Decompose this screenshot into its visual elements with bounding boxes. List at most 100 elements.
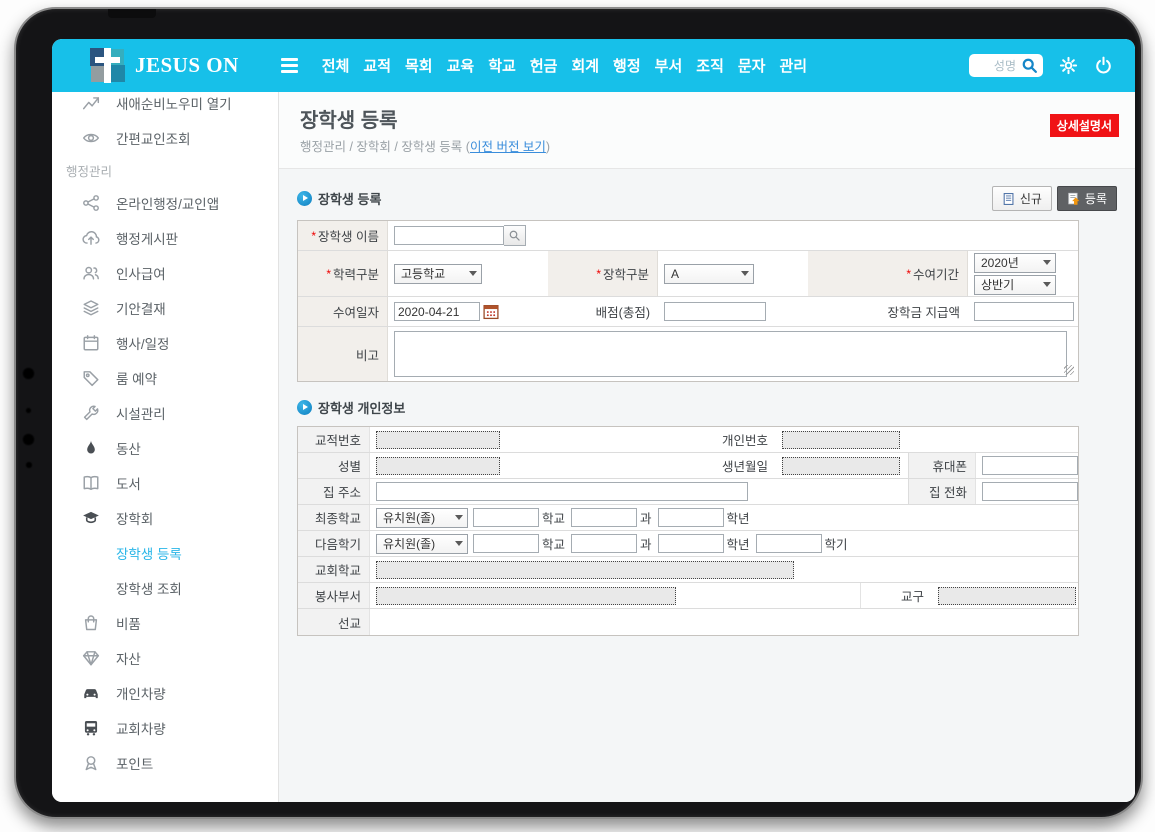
scholar-name-input[interactable]	[394, 226, 504, 245]
sidebar-item[interactable]: 룸 예약	[52, 360, 278, 395]
home-tel-input[interactable]	[982, 482, 1078, 501]
date-label: 수여일자	[333, 302, 379, 321]
nav-item[interactable]: 문자	[738, 55, 766, 76]
sidebar-item[interactable]: 동산	[52, 430, 278, 465]
gear-icon[interactable]	[1059, 56, 1078, 75]
new-button-label: 신규	[1020, 190, 1042, 207]
sidebar-item[interactable]: 온라인행정/교인앱	[52, 185, 278, 220]
last-dept-input[interactable]	[571, 508, 637, 527]
next-school-input[interactable]	[473, 534, 539, 553]
sidebar-item[interactable]: 새애순비노우미 열기	[52, 92, 278, 120]
regno-label: 교적번호	[315, 430, 361, 449]
score-input[interactable]	[664, 302, 766, 321]
nav-item[interactable]: 부서	[655, 55, 683, 76]
sidebar-item[interactable]: 포인트	[52, 745, 278, 780]
home-tel-label: 집 전화	[929, 482, 967, 501]
sidebar-item-scholar-search[interactable]: 장학생 조회	[52, 570, 278, 605]
period-year-select[interactable]: 2020년	[974, 253, 1056, 273]
nav-item[interactable]: 회계	[571, 55, 599, 76]
home-addr-input[interactable]	[376, 482, 748, 501]
sidebar-item[interactable]: 도서	[52, 465, 278, 500]
nav-item[interactable]: 교육	[447, 55, 475, 76]
name-search-button[interactable]	[504, 225, 526, 246]
sidebar-item[interactable]: 자산	[52, 640, 278, 675]
last-grade-input[interactable]	[658, 508, 724, 527]
nav-item[interactable]: 교적	[363, 55, 391, 76]
next-term-input[interactable]	[756, 534, 822, 553]
nav-item[interactable]: 헌금	[530, 55, 558, 76]
sidebar-item[interactable]: 교회차량	[52, 710, 278, 745]
church-school-label: 교회학교	[315, 560, 361, 579]
resize-grip[interactable]	[1064, 365, 1074, 375]
sidebar-item-label: 인사급여	[116, 263, 166, 283]
sidebar-item[interactable]: 기안결재	[52, 290, 278, 325]
sidebar-item-scholarship[interactable]: 장학회	[52, 500, 278, 535]
next-grade-input[interactable]	[658, 534, 724, 553]
award-date-input[interactable]	[394, 302, 480, 321]
last-school-type-select[interactable]: 유치원(졸)	[376, 508, 468, 528]
edu-select[interactable]: 고등학교	[394, 264, 482, 284]
search-icon[interactable]	[1021, 57, 1038, 74]
period-half-select[interactable]: 상반기	[974, 275, 1056, 295]
score-label: 배점(총점)	[596, 302, 650, 321]
amount-input[interactable]	[974, 302, 1074, 321]
form-row-note: 비고	[298, 327, 1078, 381]
nav-item[interactable]: 목회	[405, 55, 433, 76]
flame-icon	[82, 439, 100, 457]
period-label: 수여기간	[913, 264, 959, 283]
previous-version-link[interactable]: 이전 버전 보기	[470, 140, 546, 154]
calendar-picker-icon[interactable]	[482, 303, 500, 320]
sidebar-item-label: 시설관리	[116, 403, 166, 423]
wrench-icon	[82, 404, 100, 422]
mobile-input[interactable]	[982, 456, 1078, 475]
type-select[interactable]: A	[664, 264, 754, 284]
sidebar-item[interactable]: 행사/일정	[52, 325, 278, 360]
last-school-input[interactable]	[473, 508, 539, 527]
nav-item[interactable]: 학교	[488, 55, 516, 76]
sidebar-item-label: 장학생 조회	[116, 578, 182, 598]
row-gender: 성별 생년월일 휴대폰	[298, 453, 1078, 479]
sidebar-item-label: 비품	[116, 613, 141, 633]
cloud-upload-icon	[82, 229, 100, 247]
detail-manual-button[interactable]: 상세설명서	[1050, 114, 1119, 137]
app-logo[interactable]: JESUS ON	[90, 48, 239, 83]
form-row-classification: * 학력구분 고등학교 * 장학구분	[298, 251, 1078, 297]
personal-form-table: 교적번호 개인번호	[297, 426, 1079, 636]
edu-select-value: 고등학교	[401, 265, 445, 282]
main-area: 장학생 등록 행정관리 / 장학회 / 장학생 등록 (이전 버전 보기) 상세…	[279, 92, 1135, 802]
nav-item[interactable]: 행정	[613, 55, 641, 76]
mobile-label: 휴대폰	[932, 456, 967, 475]
note-textarea[interactable]	[394, 331, 1067, 377]
gem-icon	[82, 649, 100, 667]
nav-item[interactable]: 전체	[322, 55, 350, 76]
personalno-field	[782, 431, 900, 449]
nav-item[interactable]: 조직	[696, 55, 724, 76]
car-icon	[82, 684, 100, 702]
next-school-type-select[interactable]: 유치원(졸)	[376, 534, 468, 554]
nav-item[interactable]: 관리	[779, 55, 807, 76]
sidebar-item[interactable]: 비품	[52, 605, 278, 640]
sidebar-item[interactable]: 인사급여	[52, 255, 278, 290]
service-dept-field	[376, 587, 676, 605]
form-row-name: * 장학생 이름	[298, 221, 1078, 251]
breadcrumb: 행정관리 / 장학회 / 장학생 등록 (이전 버전 보기)	[300, 136, 550, 155]
register-button[interactable]: 등록	[1057, 186, 1117, 211]
sidebar-item-scholar-register[interactable]: 장학생 등록	[52, 535, 278, 570]
gender-field	[376, 457, 500, 475]
new-button[interactable]: 신규	[992, 186, 1052, 211]
power-icon[interactable]	[1094, 56, 1113, 75]
sidebar: 새애순비노우미 열기 간편교인조회 행정관리 온라인행정/교인앱 행정게시판	[52, 92, 279, 802]
sidebar-item[interactable]: 행정게시판	[52, 220, 278, 255]
sidebar-item[interactable]: 개인차량	[52, 675, 278, 710]
sidebar-item[interactable]: 시설관리	[52, 395, 278, 430]
tag-icon	[82, 369, 100, 387]
menu-icon[interactable]	[281, 58, 298, 73]
tablet-power-button	[108, 9, 156, 18]
type-select-value: A	[671, 267, 679, 281]
personalno-label: 개인번호	[722, 430, 768, 449]
row-church-school: 교회학교	[298, 557, 1078, 583]
next-dept-input[interactable]	[571, 534, 637, 553]
tablet-camera	[25, 407, 32, 414]
required-mark: *	[311, 229, 316, 243]
sidebar-item[interactable]: 간편교인조회	[52, 120, 278, 155]
